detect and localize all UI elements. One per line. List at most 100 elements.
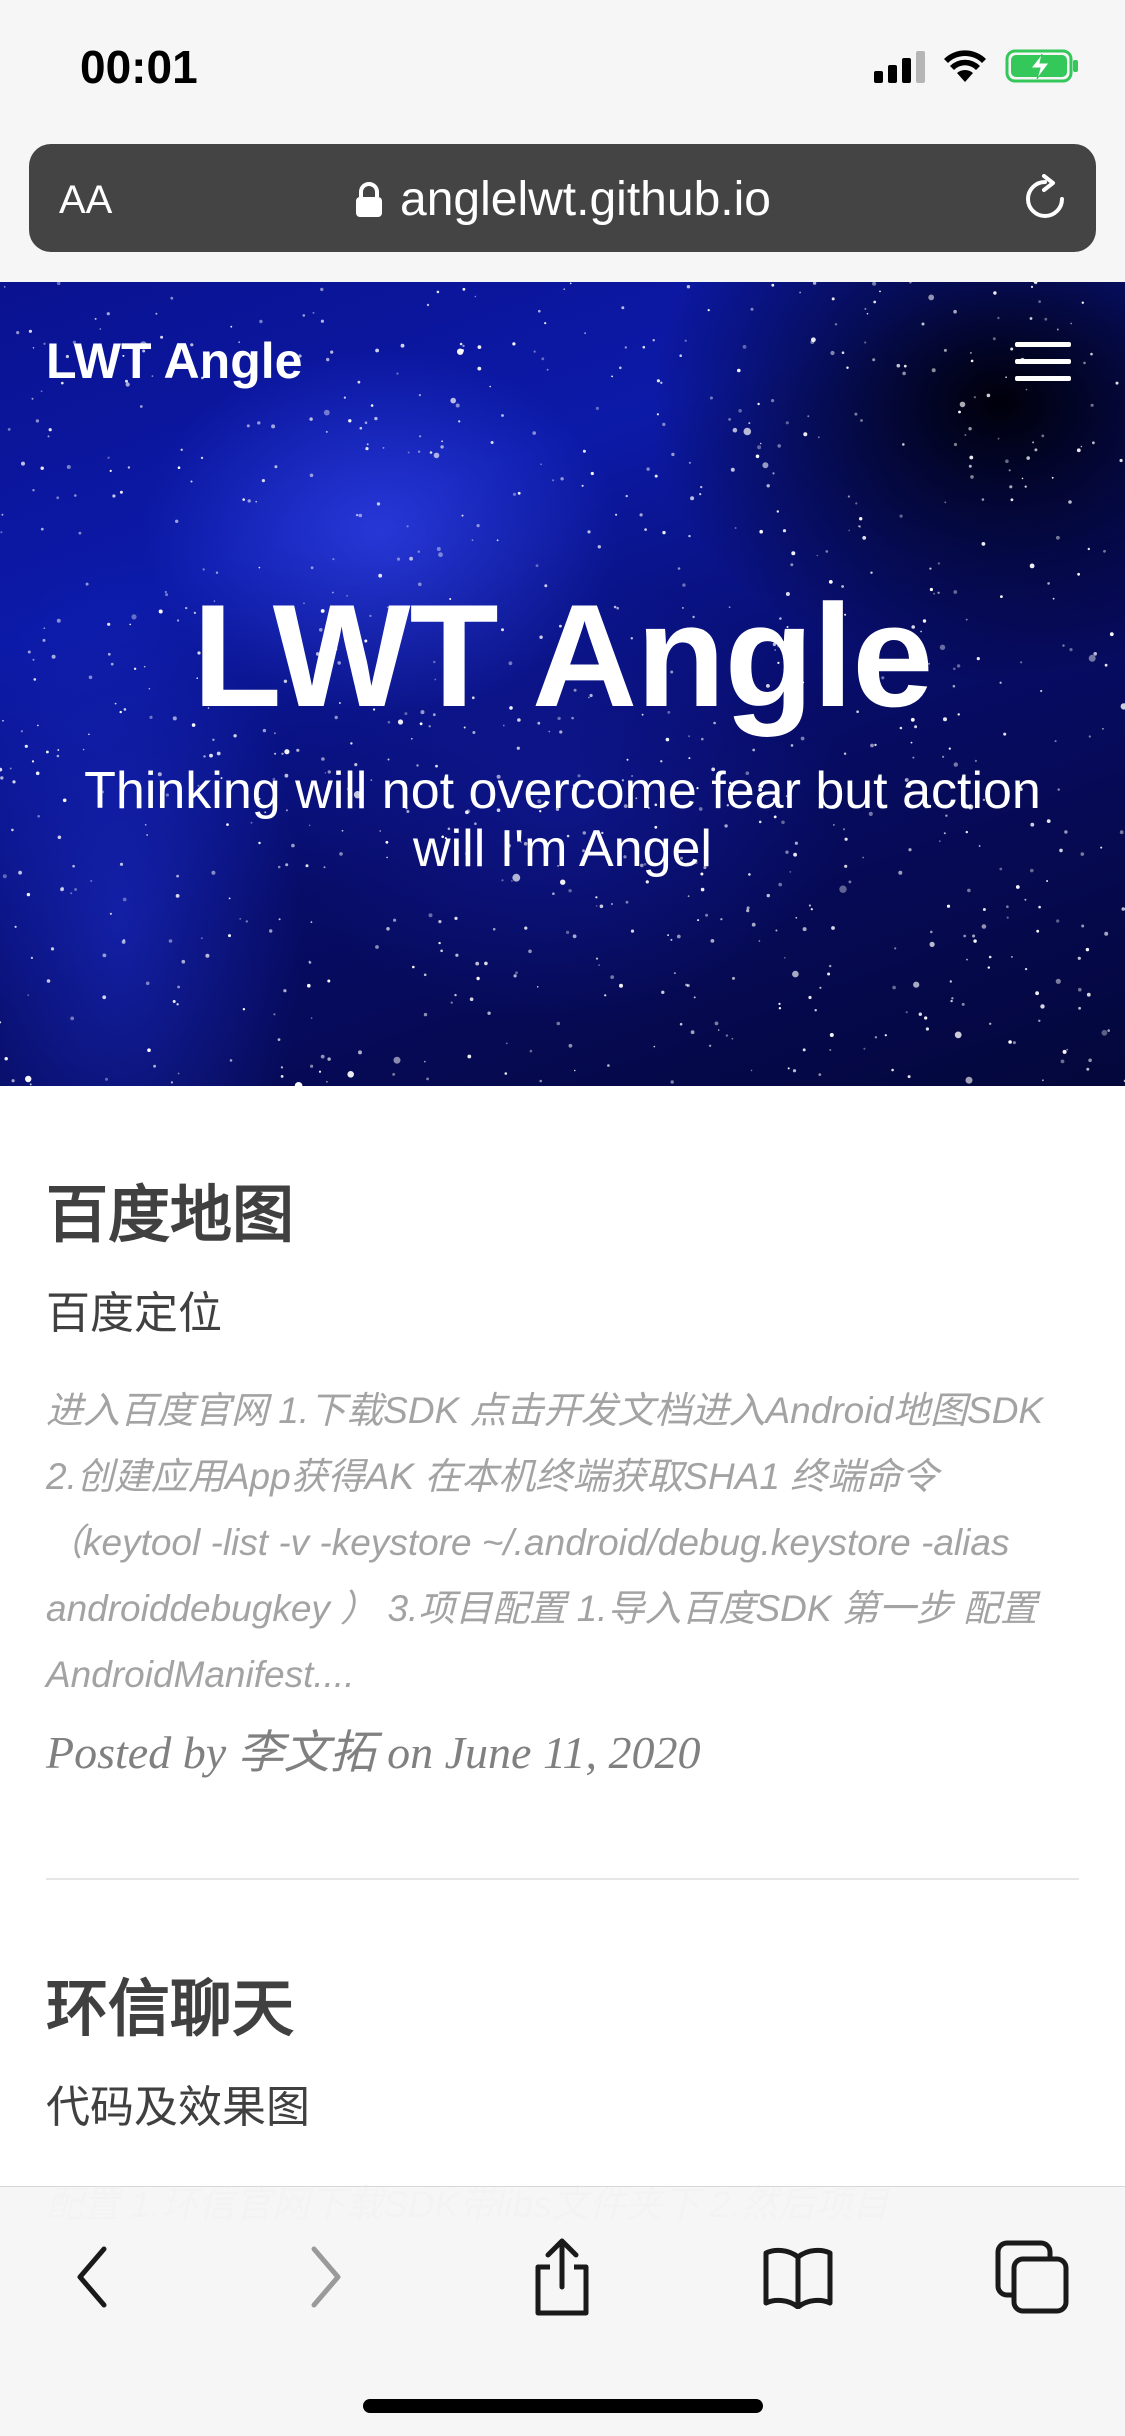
back-button[interactable] — [52, 2237, 132, 2317]
share-button[interactable] — [522, 2237, 602, 2317]
star — [818, 1073, 822, 1076]
star — [937, 562, 941, 565]
star — [969, 455, 974, 460]
star — [812, 282, 817, 285]
home-indicator[interactable] — [363, 2399, 763, 2413]
star — [1090, 403, 1094, 407]
star — [791, 551, 796, 556]
star — [785, 421, 789, 425]
star — [56, 754, 60, 758]
star — [803, 432, 808, 437]
star — [440, 445, 444, 449]
post-title[interactable]: 环信聊天 — [46, 1970, 1079, 2050]
star — [1046, 880, 1049, 882]
star — [929, 941, 935, 948]
star — [504, 1072, 508, 1075]
star — [816, 554, 819, 557]
post-preview[interactable]: 百度地图 百度定位 进入百度官网 1.下载SDK 点击开发文档进入Android… — [46, 1086, 1079, 1880]
star — [1087, 547, 1091, 551]
post-author-link[interactable]: 李文拓 — [238, 1727, 376, 1778]
star — [968, 464, 972, 468]
star — [778, 1007, 782, 1010]
star — [834, 323, 838, 326]
bookmarks-button[interactable] — [758, 2237, 838, 2317]
url-field[interactable]: anglelwt.github.io — [29, 172, 1096, 227]
star — [94, 317, 97, 320]
tabs-button[interactable] — [992, 2237, 1072, 2317]
star — [47, 435, 50, 438]
star — [981, 498, 985, 501]
star — [1, 513, 4, 516]
star — [1010, 498, 1014, 502]
star — [981, 542, 986, 546]
status-bar: 00:01 — [0, 0, 1125, 140]
star — [1008, 469, 1011, 472]
menu-icon[interactable] — [1015, 342, 1071, 382]
reload-icon[interactable] — [1020, 174, 1070, 224]
star — [707, 309, 710, 312]
star — [1029, 563, 1035, 569]
star — [501, 414, 504, 417]
star — [467, 1054, 472, 1059]
post-excerpt[interactable]: 进入百度官网 1.下载SDK 点击开发文档进入Android地图SDK 2.创建… — [46, 1378, 1079, 1708]
star — [284, 749, 290, 755]
star — [1021, 477, 1024, 480]
post-subtitle[interactable]: 代码及效果图 — [46, 2080, 1079, 2136]
star — [426, 1077, 429, 1081]
star — [1005, 376, 1007, 378]
star — [396, 557, 401, 561]
star — [66, 465, 71, 469]
star — [967, 888, 971, 893]
star — [1100, 846, 1103, 849]
star — [505, 1042, 508, 1045]
star — [552, 892, 555, 895]
post-title[interactable]: 百度地图 — [46, 1176, 1079, 1256]
star — [1086, 1067, 1090, 1071]
star — [619, 983, 623, 988]
star — [1036, 929, 1040, 933]
star — [533, 350, 536, 353]
star — [772, 472, 775, 475]
star — [107, 456, 110, 459]
star — [423, 1060, 426, 1063]
star — [595, 896, 598, 899]
star — [829, 1049, 832, 1051]
post-subtitle[interactable]: 百度定位 — [46, 1286, 1079, 1342]
star — [973, 939, 977, 943]
star — [484, 961, 488, 966]
star — [997, 316, 1000, 320]
address-bar[interactable]: AA anglelwt.github.io — [29, 144, 1096, 252]
star — [312, 311, 315, 314]
star — [31, 397, 34, 400]
star — [412, 965, 415, 969]
site-brand-link[interactable]: LWT Angle — [46, 332, 302, 390]
star — [35, 771, 40, 776]
star — [32, 489, 35, 492]
star — [544, 322, 547, 325]
star — [11, 828, 14, 832]
star — [644, 528, 647, 531]
star — [40, 527, 44, 531]
star — [730, 467, 735, 472]
star — [825, 550, 829, 553]
post-preview[interactable]: 环信聊天 代码及效果图 配置 1.环信官网下载SDK带libs文件夹下 2.然后… — [46, 1880, 1079, 2238]
star — [758, 940, 761, 942]
star — [170, 1081, 173, 1084]
star — [1078, 1006, 1081, 1010]
star — [720, 918, 723, 921]
star — [320, 319, 324, 323]
url-text: anglelwt.github.io — [400, 173, 771, 226]
star — [568, 1043, 573, 1048]
star — [654, 474, 658, 478]
star — [738, 409, 742, 413]
star — [1054, 740, 1057, 743]
star — [355, 513, 359, 517]
star — [476, 976, 480, 981]
star — [426, 303, 430, 307]
star — [78, 531, 82, 535]
star — [574, 1069, 576, 1072]
star — [697, 919, 700, 922]
star — [750, 1069, 753, 1072]
forward-button[interactable] — [286, 2237, 366, 2317]
star — [436, 290, 440, 294]
